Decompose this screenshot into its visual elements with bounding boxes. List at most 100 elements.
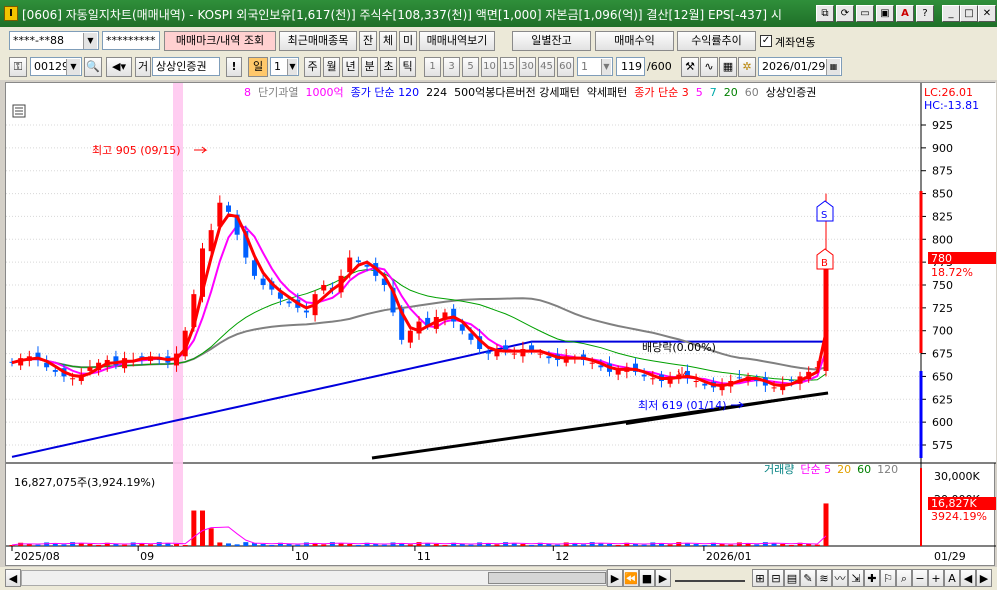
layout2-icon[interactable]: ⊟ <box>768 569 784 587</box>
volume-bar[interactable] <box>174 544 180 546</box>
chevron-down-icon[interactable]: ▼ <box>601 59 611 75</box>
search-icon[interactable]: 🔍 <box>84 57 102 77</box>
price-pane[interactable] <box>6 83 921 463</box>
window-icon[interactable]: ▣ <box>876 5 894 22</box>
recent-trades-button[interactable]: 최근매매종목 <box>279 31 357 51</box>
minute-60-button[interactable]: 60 <box>557 57 574 77</box>
chevron-down-icon[interactable]: ▼ <box>83 33 97 49</box>
volume-bar[interactable] <box>243 542 249 546</box>
volume-legend[interactable]: 거래량 단순 5 20 60 120 <box>764 463 898 476</box>
tool-icon[interactable]: ⚐ <box>880 569 896 587</box>
period-weekly-button[interactable]: 주 <box>304 57 321 77</box>
zoom-icon[interactable]: ⌕ <box>896 569 912 587</box>
close-icon[interactable]: ✕ <box>978 5 996 22</box>
wave-icon[interactable]: 〰 <box>832 569 848 587</box>
minute-10-button[interactable]: 10 <box>481 57 498 77</box>
volume-bar[interactable] <box>407 544 413 546</box>
volume-bar[interactable] <box>814 544 820 546</box>
candle-body[interactable] <box>702 383 708 386</box>
period-daily-button[interactable]: 일 <box>248 57 268 77</box>
volume-bar[interactable] <box>762 542 768 546</box>
period-monthly-button[interactable]: 월 <box>323 57 340 77</box>
volume-bar[interactable] <box>615 544 621 546</box>
volume-bar[interactable] <box>234 544 240 546</box>
volume-bar[interactable] <box>208 528 214 546</box>
alert-icon[interactable]: ! <box>226 57 242 77</box>
minute-30-button[interactable]: 30 <box>519 57 536 77</box>
minute-value-select[interactable]: 1 ▼ <box>577 57 613 76</box>
candle-body[interactable] <box>485 351 491 354</box>
legend-item[interactable]: 종가 단순 3 <box>634 86 688 99</box>
horizontal-scrollbar[interactable] <box>21 570 607 586</box>
legend-item[interactable]: 60 <box>745 86 759 99</box>
chevron-down-icon[interactable]: ▼ <box>66 59 80 75</box>
candle-body[interactable] <box>87 367 93 371</box>
candle-body[interactable] <box>537 353 543 355</box>
volume-bar[interactable] <box>702 544 708 546</box>
legend-item[interactable]: 종가 단순 120 <box>351 86 419 99</box>
chevron-down-icon[interactable]: ▼ <box>287 59 297 75</box>
candle-body[interactable] <box>122 358 128 369</box>
candle-body[interactable] <box>321 285 327 291</box>
period-value-select[interactable]: 1 ▼ <box>270 57 299 76</box>
volume-bar[interactable] <box>788 544 794 546</box>
stock-code-input[interactable]: 001290 ▼ <box>30 57 82 76</box>
volume-legend-item[interactable]: 120 <box>877 463 898 476</box>
volume-bar[interactable] <box>269 544 275 546</box>
volume-bar[interactable] <box>61 544 67 546</box>
candle-body[interactable] <box>70 378 76 380</box>
volume-bar[interactable] <box>200 510 206 546</box>
volume-bar[interactable] <box>260 544 266 546</box>
minute-3-button[interactable]: 3 <box>443 57 460 77</box>
lock-icon[interactable]: ⚿ <box>9 57 27 77</box>
draw-icon[interactable]: ✎ <box>800 569 816 587</box>
trade-profit-button[interactable]: 매매수익 <box>595 31 674 51</box>
zoom-out-icon[interactable]: − <box>912 569 928 587</box>
volume-bar[interactable] <box>381 544 387 546</box>
volume-bar[interactable] <box>529 544 535 546</box>
more-right-icon[interactable]: ▶ <box>976 569 992 587</box>
rewind-icon[interactable]: ⏪ <box>623 569 639 587</box>
volume-legend-item[interactable]: 20 <box>837 463 851 476</box>
volume-bar[interactable] <box>494 544 500 546</box>
volume-bar[interactable] <box>667 544 673 546</box>
volume-bar[interactable] <box>693 544 699 546</box>
volume-bar[interactable] <box>96 544 102 546</box>
candle-body[interactable] <box>546 356 552 359</box>
candle-body[interactable] <box>771 387 777 389</box>
grid-icon[interactable]: ▤ <box>784 569 800 587</box>
text-size-icon[interactable]: A <box>944 569 960 587</box>
volume-bar[interactable] <box>70 542 76 546</box>
volume-bar[interactable] <box>191 510 197 546</box>
help-icon[interactable]: ? <box>916 5 934 22</box>
zoom-slider[interactable] <box>675 572 745 582</box>
legend-item[interactable]: 8 <box>244 86 251 99</box>
period-tick-button[interactable]: 틱 <box>399 57 416 77</box>
trade-history-button[interactable]: 매매내역보기 <box>419 31 495 51</box>
scrollbar-thumb[interactable] <box>488 572 606 584</box>
volume-bar[interactable] <box>503 542 509 546</box>
filled-button[interactable]: 체 <box>379 31 397 51</box>
volume-bar[interactable] <box>641 544 647 546</box>
bar-count-input[interactable]: 119 <box>616 57 645 76</box>
trade-mark-button[interactable]: 매매마크/내역 조회 <box>164 31 276 51</box>
layout-icon[interactable]: ⊞ <box>752 569 768 587</box>
stop-icon[interactable]: ■ <box>639 569 655 587</box>
minute-1-button[interactable]: 1 <box>424 57 441 77</box>
legend-item[interactable]: 7 <box>710 86 717 99</box>
minute-5-button[interactable]: 5 <box>462 57 479 77</box>
return-trend-button[interactable]: 수익률추이 <box>677 31 756 51</box>
volume-bars[interactable] <box>9 503 829 546</box>
volume-bar[interactable] <box>347 544 353 546</box>
volume-bar[interactable] <box>754 544 760 546</box>
volume-bar[interactable] <box>156 542 162 546</box>
more-left-icon[interactable]: ◀ <box>960 569 976 587</box>
volume-bar[interactable] <box>555 544 561 546</box>
legend-item[interactable]: 약세패턴 <box>587 85 627 99</box>
volume-bar[interactable] <box>122 544 128 546</box>
volume-bar[interactable] <box>442 544 448 546</box>
volume-bar[interactable] <box>416 542 422 546</box>
indicator-legend[interactable]: 8 단기과열 1000억 종가 단순 120 224 500억봉다른버전 강세패턴 약세패턴… <box>244 85 816 99</box>
measure-icon[interactable]: ⇲ <box>848 569 864 587</box>
daily-balance-button[interactable]: 일별잔고 <box>512 31 591 51</box>
